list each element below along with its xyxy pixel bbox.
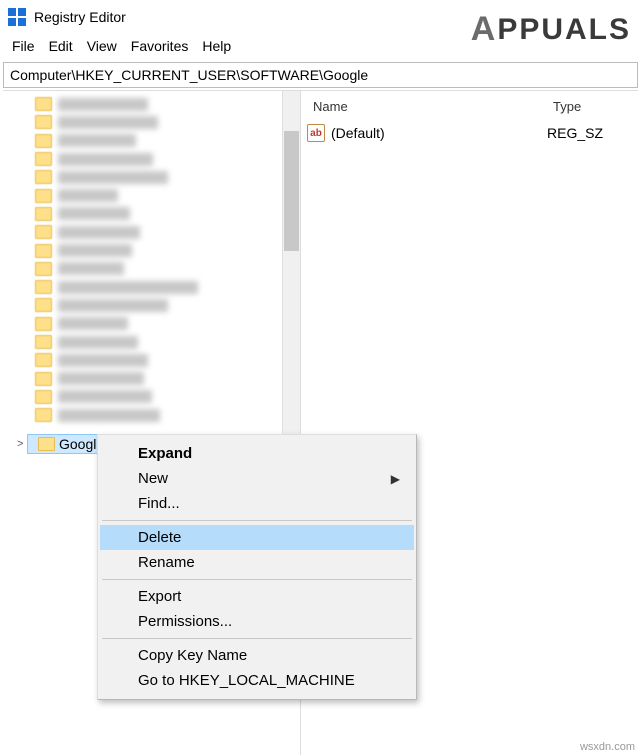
tree-blurred-keys [3,91,300,424]
column-type[interactable]: Type [547,95,638,118]
context-menu-item-find[interactable]: Find... [100,491,414,516]
context-menu-item-expand[interactable]: Expand [100,441,414,466]
context-menu-item-new[interactable]: New▶ [100,466,414,491]
menu-favorites[interactable]: Favorites [125,36,195,56]
list-header[interactable]: Name Type [307,95,638,118]
value-type: REG_SZ [547,125,638,141]
context-menu-item-delete[interactable]: Delete [100,525,414,550]
address-path: Computer\HKEY_CURRENT_USER\SOFTWARE\Goog… [10,67,368,83]
context-menu-item-copy-key-name[interactable]: Copy Key Name [100,643,414,668]
context-menu-separator [102,638,412,639]
string-value-icon: ab [307,124,325,142]
context-menu-item-go-to-hkey-local-machine[interactable]: Go to HKEY_LOCAL_MACHINE [100,668,414,693]
column-name[interactable]: Name [307,95,547,118]
address-bar[interactable]: Computer\HKEY_CURRENT_USER\SOFTWARE\Goog… [3,62,638,88]
scrollbar-thumb[interactable] [284,131,299,251]
value-name: (Default) [331,125,385,141]
menu-view[interactable]: View [81,36,123,56]
context-menu-item-export[interactable]: Export [100,584,414,609]
folder-icon [38,437,55,451]
context-menu-separator [102,520,412,521]
title-bar[interactable]: Registry Editor [0,0,641,34]
tree-scrollbar[interactable] [282,91,300,451]
expand-icon[interactable]: > [17,438,27,450]
submenu-arrow-icon: ▶ [391,472,400,486]
value-row[interactable]: ab (Default) REG_SZ [307,124,638,142]
context-menu-item-permissions[interactable]: Permissions... [100,609,414,634]
window-title: Registry Editor [34,9,126,25]
menu-help[interactable]: Help [196,36,237,56]
context-menu-item-rename[interactable]: Rename [100,550,414,575]
menu-edit[interactable]: Edit [43,36,79,56]
menu-file[interactable]: File [6,36,41,56]
menu-bar: File Edit View Favorites Help [0,34,641,62]
context-menu-separator [102,579,412,580]
app-icon [8,8,26,26]
context-menu: ExpandNew▶Find... DeleteRename ExportPermi… [97,434,417,700]
